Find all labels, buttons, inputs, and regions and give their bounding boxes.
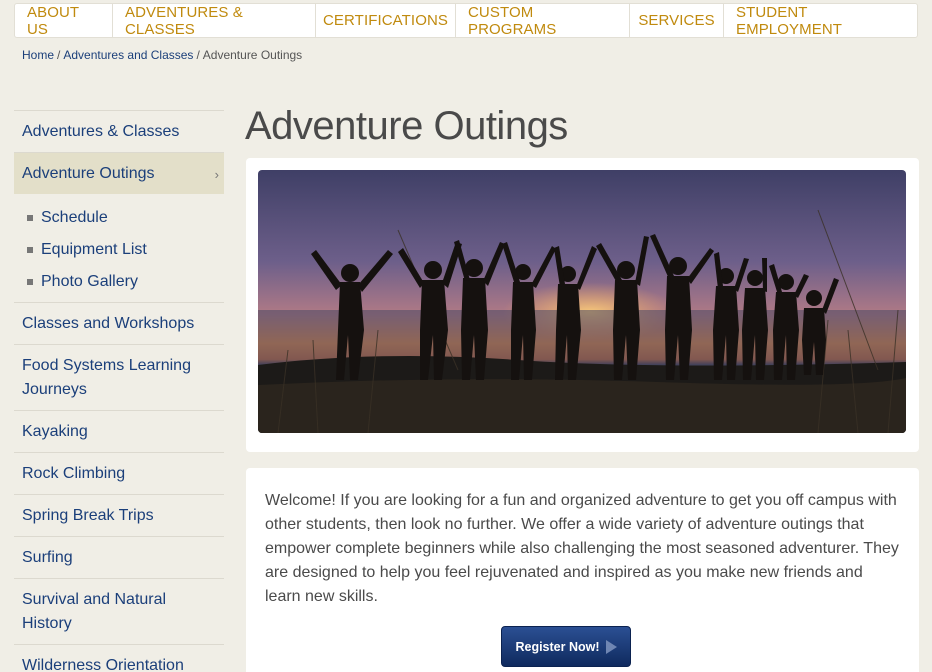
bullet-icon — [27, 215, 33, 221]
sidebar-item-food-systems[interactable]: Food Systems Learning Journeys — [14, 345, 224, 411]
sidebar-item-adventures-classes[interactable]: Adventures & Classes — [14, 111, 224, 153]
sidebar-item-survival-natural-history[interactable]: Survival and Natural History — [14, 579, 224, 645]
sidebar-item-kayaking[interactable]: Kayaking — [14, 411, 224, 453]
sidebar-navigation: Adventures & Classes Adventure Outings ›… — [14, 110, 224, 672]
chevron-right-icon: › — [214, 167, 219, 182]
sidebar-subitem-label: Schedule — [41, 209, 108, 226]
hero-card — [246, 158, 919, 452]
page-title: Adventure Outings — [245, 104, 568, 148]
sidebar-subitem-label: Equipment List — [41, 241, 147, 258]
nav-services[interactable]: SERVICES — [630, 4, 724, 37]
bullet-icon — [27, 247, 33, 253]
breadcrumb-adventures-classes[interactable]: Adventures and Classes — [63, 48, 193, 62]
sidebar-item-surfing[interactable]: Surfing — [14, 537, 224, 579]
sidebar-item-label: Adventure Outings — [22, 165, 155, 182]
register-button-label: Register Now! — [515, 639, 600, 654]
sidebar-subnav: Schedule Equipment List Photo Gallery — [14, 194, 224, 303]
play-arrow-icon — [605, 639, 617, 654]
breadcrumb-home[interactable]: Home — [22, 48, 54, 62]
nav-student-employment[interactable]: STUDENT EMPLOYMENT — [724, 4, 917, 38]
sidebar-subitem-photo-gallery[interactable]: Photo Gallery — [14, 266, 224, 298]
intro-text: Welcome! If you are looking for a fun an… — [265, 492, 899, 605]
breadcrumb: Home / Adventures and Classes / Adventure Ou… — [22, 48, 302, 62]
sidebar-item-adventure-outings[interactable]: Adventure Outings › — [14, 153, 224, 194]
sidebar-subitem-label: Photo Gallery — [41, 273, 138, 290]
breadcrumb-separator: / — [196, 48, 200, 62]
sidebar-item-rock-climbing[interactable]: Rock Climbing — [14, 453, 224, 495]
sidebar-item-wilderness-orientation[interactable]: Wilderness Orientation — [14, 645, 224, 672]
intro-card: Welcome! If you are looking for a fun an… — [246, 468, 919, 672]
bullet-icon — [27, 279, 33, 285]
sidebar-item-spring-break-trips[interactable]: Spring Break Trips — [14, 495, 224, 537]
breadcrumb-current: Adventure Outings — [202, 48, 303, 62]
hero-image — [258, 170, 906, 433]
breadcrumb-separator: / — [57, 48, 61, 62]
sidebar-subitem-schedule[interactable]: Schedule — [14, 202, 224, 234]
nav-adventures-classes[interactable]: ADVENTURES & CLASSES — [113, 4, 316, 38]
top-navigation: ABOUT US ADVENTURES & CLASSES CERTIFICAT… — [14, 3, 918, 38]
nav-custom-programs[interactable]: CUSTOM PROGRAMS — [456, 4, 630, 38]
nav-about-us[interactable]: ABOUT US — [15, 4, 113, 38]
sidebar-subitem-equipment-list[interactable]: Equipment List — [14, 234, 224, 266]
nav-certifications[interactable]: CERTIFICATIONS — [316, 4, 456, 37]
register-now-button[interactable]: Register Now! — [501, 626, 631, 667]
sidebar-item-classes-workshops[interactable]: Classes and Workshops — [14, 303, 224, 345]
